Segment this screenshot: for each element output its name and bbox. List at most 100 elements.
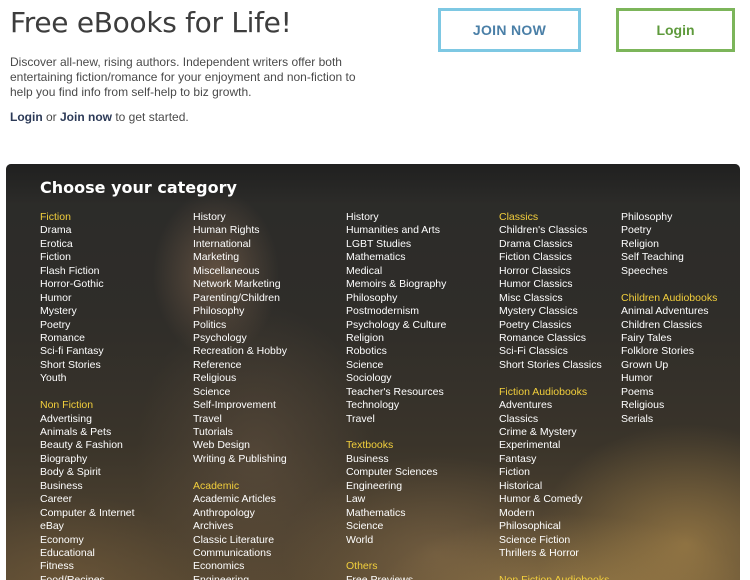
category-link[interactable]: Beauty & Fashion: [40, 439, 135, 452]
category-link[interactable]: Advertising: [40, 413, 135, 426]
category-link[interactable]: Engineering: [193, 574, 287, 580]
category-link[interactable]: Marketing: [193, 251, 287, 264]
category-link[interactable]: Technology: [346, 399, 446, 412]
category-link[interactable]: Experimental: [499, 439, 609, 452]
category-link[interactable]: Erotica: [40, 238, 135, 251]
category-link[interactable]: Academic Articles: [193, 493, 287, 506]
category-link[interactable]: Robotics: [346, 345, 446, 358]
category-link[interactable]: Mathematics: [346, 507, 446, 520]
category-link[interactable]: Thrillers & Horror: [499, 547, 609, 560]
category-link[interactable]: Web Design: [193, 439, 287, 452]
category-link[interactable]: Archives: [193, 520, 287, 533]
join-now-button[interactable]: JOIN NOW: [438, 8, 581, 52]
category-link[interactable]: Poems: [621, 386, 717, 399]
category-link[interactable]: Fantasy: [499, 453, 609, 466]
category-link[interactable]: Adventures: [499, 399, 609, 412]
category-link[interactable]: Body & Spirit: [40, 466, 135, 479]
category-link[interactable]: Religion: [346, 332, 446, 345]
category-link[interactable]: Science Fiction: [499, 534, 609, 547]
login-button[interactable]: Login: [616, 8, 735, 52]
category-link[interactable]: Self Teaching: [621, 251, 717, 264]
category-link[interactable]: Human Rights: [193, 224, 287, 237]
category-link[interactable]: Poetry: [621, 224, 717, 237]
category-link[interactable]: Communications: [193, 547, 287, 560]
category-link[interactable]: Philosophical: [499, 520, 609, 533]
category-link[interactable]: Youth: [40, 372, 135, 385]
category-link[interactable]: Biography: [40, 453, 135, 466]
category-link[interactable]: Religious: [193, 372, 287, 385]
category-link[interactable]: Fairy Tales: [621, 332, 717, 345]
category-link[interactable]: Memoirs & Biography: [346, 278, 446, 291]
category-link[interactable]: Mystery: [40, 305, 135, 318]
category-link[interactable]: Anthropology: [193, 507, 287, 520]
category-link[interactable]: Poetry: [40, 319, 135, 332]
category-link[interactable]: Teacher's Resources: [346, 386, 446, 399]
category-link[interactable]: Sci-fi Fantasy: [40, 345, 135, 358]
category-link[interactable]: Serials: [621, 413, 717, 426]
category-link[interactable]: Computer Sciences: [346, 466, 446, 479]
login-link[interactable]: Login: [10, 110, 43, 124]
category-link[interactable]: Humor: [40, 292, 135, 305]
category-link[interactable]: eBay: [40, 520, 135, 533]
category-link[interactable]: Writing & Publishing: [193, 453, 287, 466]
category-link[interactable]: Science: [346, 359, 446, 372]
category-link[interactable]: Crime & Mystery: [499, 426, 609, 439]
category-link[interactable]: Horror-Gothic: [40, 278, 135, 291]
category-link[interactable]: Self-Improvement: [193, 399, 287, 412]
category-link[interactable]: Fiction: [499, 466, 609, 479]
category-link[interactable]: History: [346, 211, 446, 224]
category-link[interactable]: Animals & Pets: [40, 426, 135, 439]
category-link[interactable]: Science: [346, 520, 446, 533]
category-link[interactable]: Economy: [40, 534, 135, 547]
category-link[interactable]: Recreation & Hobby: [193, 345, 287, 358]
category-link[interactable]: Tutorials: [193, 426, 287, 439]
category-link[interactable]: Humor: [621, 372, 717, 385]
category-link[interactable]: Historical: [499, 480, 609, 493]
category-link[interactable]: Career: [40, 493, 135, 506]
category-link[interactable]: Food/Recipes: [40, 574, 135, 580]
category-link[interactable]: Sociology: [346, 372, 446, 385]
category-link[interactable]: Drama: [40, 224, 135, 237]
category-link[interactable]: Law: [346, 493, 446, 506]
category-link[interactable]: Children's Classics: [499, 224, 609, 237]
category-link[interactable]: Animal Adventures: [621, 305, 717, 318]
category-link[interactable]: History: [193, 211, 287, 224]
category-link[interactable]: Miscellaneous: [193, 265, 287, 278]
category-link[interactable]: Religion: [621, 238, 717, 251]
category-link[interactable]: Poetry Classics: [499, 319, 609, 332]
category-link[interactable]: Free Previews: [346, 574, 446, 580]
category-link[interactable]: Grown Up: [621, 359, 717, 372]
category-link[interactable]: Travel: [346, 413, 446, 426]
category-link[interactable]: Religious: [621, 399, 717, 412]
category-link[interactable]: Computer & Internet: [40, 507, 135, 520]
category-link[interactable]: Children Classics: [621, 319, 717, 332]
category-link[interactable]: Philosophy: [346, 292, 446, 305]
category-link[interactable]: Romance Classics: [499, 332, 609, 345]
category-link[interactable]: Flash Fiction: [40, 265, 135, 278]
category-link[interactable]: Modern: [499, 507, 609, 520]
join-now-link[interactable]: Join now: [60, 110, 112, 124]
category-link[interactable]: Educational: [40, 547, 135, 560]
category-link[interactable]: World: [346, 534, 446, 547]
category-link[interactable]: Medical: [346, 265, 446, 278]
category-link[interactable]: Travel: [193, 413, 287, 426]
category-link[interactable]: Drama Classics: [499, 238, 609, 251]
category-link[interactable]: Economics: [193, 560, 287, 573]
category-link[interactable]: International: [193, 238, 287, 251]
category-link[interactable]: Fiction: [40, 251, 135, 264]
category-link[interactable]: Romance: [40, 332, 135, 345]
category-link[interactable]: Engineering: [346, 480, 446, 493]
category-link[interactable]: Fitness: [40, 560, 135, 573]
category-link[interactable]: Politics: [193, 319, 287, 332]
category-link[interactable]: Short Stories: [40, 359, 135, 372]
category-link[interactable]: Parenting/Children: [193, 292, 287, 305]
category-link[interactable]: Speeches: [621, 265, 717, 278]
category-link[interactable]: Misc Classics: [499, 292, 609, 305]
category-link[interactable]: Humor Classics: [499, 278, 609, 291]
category-link[interactable]: LGBT Studies: [346, 238, 446, 251]
category-link[interactable]: Horror Classics: [499, 265, 609, 278]
category-link[interactable]: Network Marketing: [193, 278, 287, 291]
category-link[interactable]: Humanities and Arts: [346, 224, 446, 237]
category-link[interactable]: Fiction Classics: [499, 251, 609, 264]
category-link[interactable]: Business: [40, 480, 135, 493]
